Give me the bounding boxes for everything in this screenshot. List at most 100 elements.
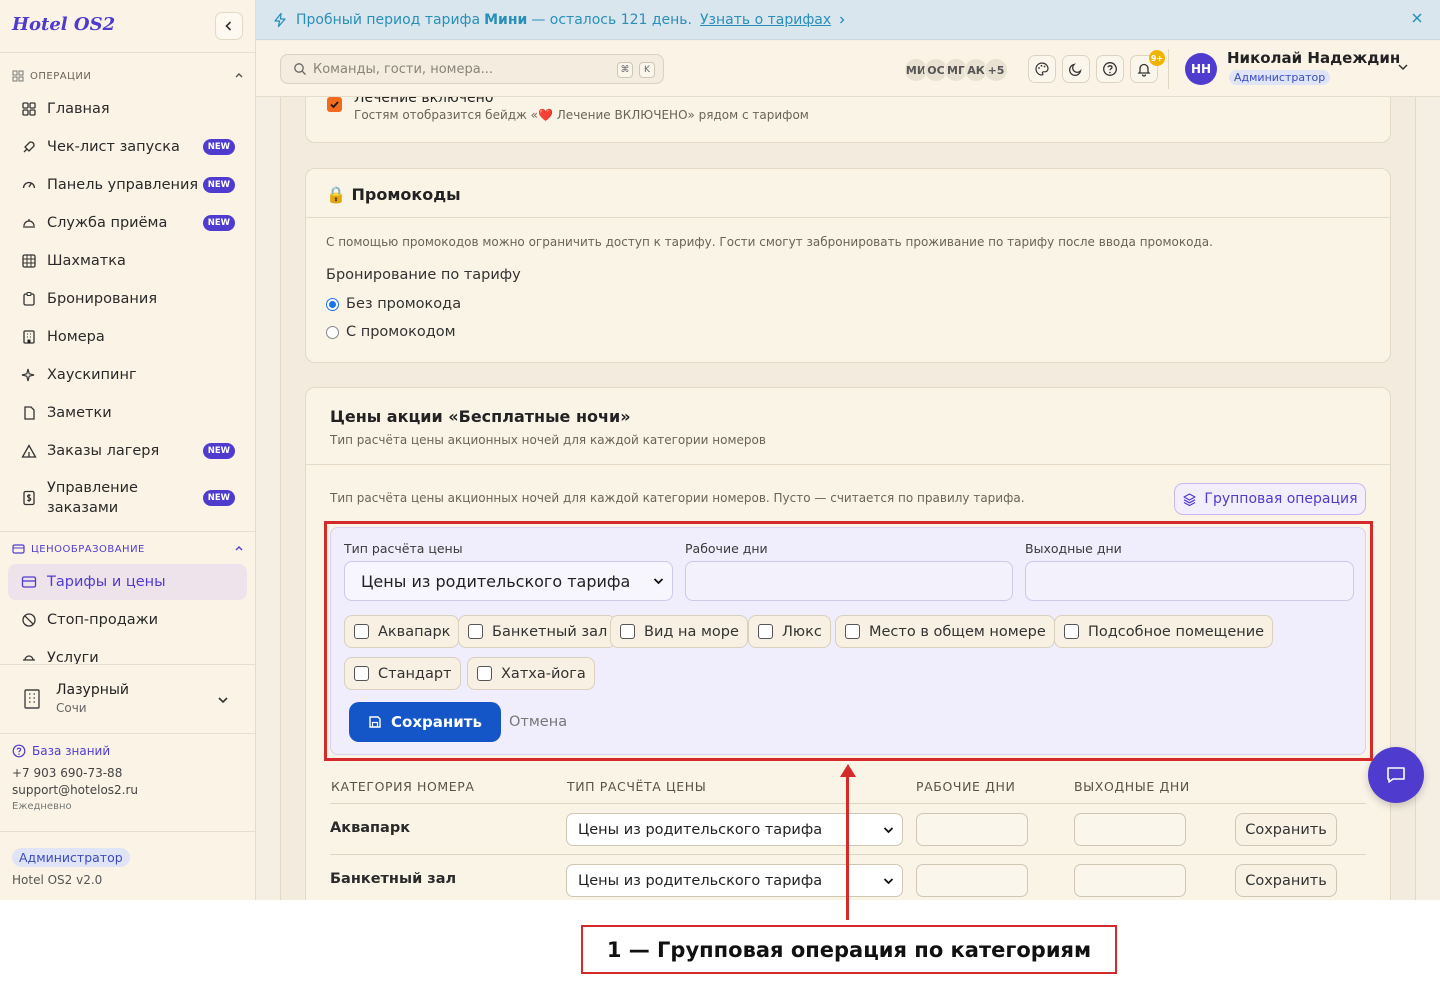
sidebar-item-notes[interactable]: Заметки <box>8 400 247 426</box>
sidebar-item-label: Служба приёма <box>47 215 168 231</box>
row-weekdays-input[interactable] <box>916 813 1028 846</box>
brand-logo[interactable]: Hotel OS2 <box>12 14 115 35</box>
sidebar-item-order-management[interactable]: Управление заказами NEW <box>8 477 247 519</box>
treatment-checkbox[interactable] <box>327 97 342 112</box>
column-header: РАБОЧИЕ ДНИ <box>916 779 1016 794</box>
row-weekdays-input[interactable] <box>916 864 1028 897</box>
table-grid-icon <box>20 252 38 270</box>
row-price-type-value: Цены из родительского тарифа <box>578 821 823 838</box>
radio-no-promo[interactable]: Без промокода <box>326 296 461 312</box>
treatment-hint: Гостям отобразится бейдж «❤️ Лечение ВКЛ… <box>354 108 809 122</box>
chat-icon <box>1387 767 1405 783</box>
card-icon <box>20 573 38 591</box>
building-icon <box>20 328 38 346</box>
radio-label: С промокодом <box>346 324 456 340</box>
free-nights-title: Цены акции «Бесплатные ночи» <box>330 407 631 426</box>
support-email[interactable]: support@hotelos2.ru <box>12 783 138 797</box>
row-price-type-value: Цены из родительского тарифа <box>578 872 823 889</box>
palette-icon <box>1035 62 1049 76</box>
sidebar-item-stop-sales[interactable]: Стоп-продажи <box>8 607 247 633</box>
dark-mode-button[interactable] <box>1062 55 1090 83</box>
row-price-type-select[interactable]: Цены из родительского тарифа <box>566 864 903 897</box>
hotel-switcher[interactable]: Лазурный Сочи <box>12 676 244 724</box>
bell-icon <box>1137 63 1151 77</box>
sidebar-item-home[interactable]: Главная <box>8 96 247 122</box>
layers-icon <box>1183 492 1197 506</box>
app-window: Hotel OS2 ОПЕРАЦИИ Главная Чек-лист запу… <box>0 0 1440 900</box>
column-header: ВЫХОДНЫЕ ДНИ <box>1074 779 1190 794</box>
building-icon <box>24 689 40 709</box>
section-label: ОПЕРАЦИИ <box>30 70 92 82</box>
theme-palette-button[interactable] <box>1028 55 1056 83</box>
command-search[interactable]: Команды, гости, номера... ⌘ K <box>280 54 664 84</box>
kbd-cmd: ⌘ <box>617 62 633 78</box>
notification-count: 9+ <box>1149 50 1165 66</box>
group-operation-button[interactable]: Групповая операция <box>1174 483 1366 515</box>
chevron-left-icon <box>225 21 232 31</box>
section-header-operations[interactable]: ОПЕРАЦИИ <box>12 70 244 82</box>
sidebar-item-label: Заметки <box>47 405 112 421</box>
sidebar-item-label: Главная <box>47 101 110 117</box>
row-weekends-input[interactable] <box>1074 813 1186 846</box>
sidebar-item-housekeeping[interactable]: Хаускипинг <box>8 362 247 388</box>
dollar-doc-icon <box>20 489 38 507</box>
radio-with-promo[interactable]: С промокодом <box>326 324 456 340</box>
divider <box>1168 49 1169 89</box>
chevron-down-icon <box>883 877 894 884</box>
sidebar-item-label: Шахматка <box>47 253 126 269</box>
row-save-button[interactable]: Сохранить <box>1235 813 1337 846</box>
sidebar-item-dashboard[interactable]: Панель управления NEW <box>8 172 247 198</box>
collapse-sidebar-button[interactable] <box>215 12 243 40</box>
free-nights-subtitle: Тип расчёта цены акционных ночей для каж… <box>330 433 766 447</box>
new-badge: NEW <box>202 443 235 459</box>
free-nights-note: Тип расчёта цены акционных ночей для каж… <box>330 491 1025 505</box>
sidebar-item-label-wrap: Управление заказами <box>47 478 138 518</box>
chevron-down-icon <box>883 826 894 833</box>
sidebar-item-chessboard[interactable]: Шахматка <box>8 248 247 274</box>
sidebar-item-front-desk[interactable]: Служба приёма NEW <box>8 210 247 236</box>
sidebar-item-label: Стоп-продажи <box>47 612 159 628</box>
new-badge: NEW <box>202 215 235 231</box>
chevron-down-icon <box>218 697 228 704</box>
chevron-up-icon <box>235 73 243 78</box>
row-save-button[interactable]: Сохранить <box>1235 864 1337 897</box>
annotation-highlight-box <box>324 521 1373 761</box>
online-users: МИ ОС МГ АК +5 <box>904 58 1008 82</box>
section-header-pricing[interactable]: ЦЕНООБРАЗОВАНИЕ <box>12 543 244 555</box>
clipboard-icon <box>20 290 38 308</box>
user-name[interactable]: Николай Надеждин <box>1227 49 1400 67</box>
trial-banner: Пробный период тарифа Мини — осталось 12… <box>256 0 1440 40</box>
row-weekends-input[interactable] <box>1074 864 1186 897</box>
hotel-city: Сочи <box>56 701 87 715</box>
promo-title: 🔒 Промокоды <box>326 185 461 204</box>
chat-button[interactable] <box>1368 747 1424 803</box>
help-button[interactable] <box>1096 55 1124 83</box>
help-block: База знаний +7 903 690-73-88 support@hot… <box>12 744 138 812</box>
sidebar-item-rooms[interactable]: Номера <box>8 324 247 350</box>
radio-label: Без промокода <box>346 296 462 312</box>
user-avatar[interactable]: НН <box>1185 53 1217 85</box>
support-schedule: Ежедневно <box>12 801 72 812</box>
close-icon[interactable] <box>1410 11 1424 25</box>
sidebar-item-bookings[interactable]: Бронирования <box>8 286 247 312</box>
avatar-more[interactable]: +5 <box>984 58 1008 82</box>
support-phone[interactable]: +7 903 690-73-88 <box>12 766 138 780</box>
promo-group-label: Бронирование по тарифу <box>326 267 521 283</box>
sidebar-item-launch-checklist[interactable]: Чек-лист запуска NEW <box>8 134 247 160</box>
chevron-down-icon[interactable] <box>1397 61 1409 73</box>
sidebar-item-camp-orders[interactable]: Заказы лагеря NEW <box>8 438 247 464</box>
app-version: Hotel OS2 v2.0 <box>12 873 103 887</box>
row-price-type-select[interactable]: Цены из родительского тарифа <box>566 813 903 846</box>
topbar: Команды, гости, номера... ⌘ K МИ ОС МГ А… <box>256 41 1440 97</box>
new-badge: NEW <box>202 139 235 155</box>
radio-button[interactable] <box>326 297 339 311</box>
notifications-button[interactable]: 9+ <box>1130 50 1165 83</box>
sidebar-item-rates[interactable]: Тарифы и цены <box>8 564 247 600</box>
sidebar-item-label: Тарифы и цены <box>47 574 166 590</box>
kb-link[interactable]: База знаний <box>12 744 138 758</box>
lightning-icon <box>274 12 286 27</box>
radio-button[interactable] <box>326 325 339 339</box>
divider <box>0 831 255 832</box>
banner-text: Пробный период тарифа <box>296 11 481 28</box>
pricing-link[interactable]: Узнать о тарифах <box>700 12 831 28</box>
